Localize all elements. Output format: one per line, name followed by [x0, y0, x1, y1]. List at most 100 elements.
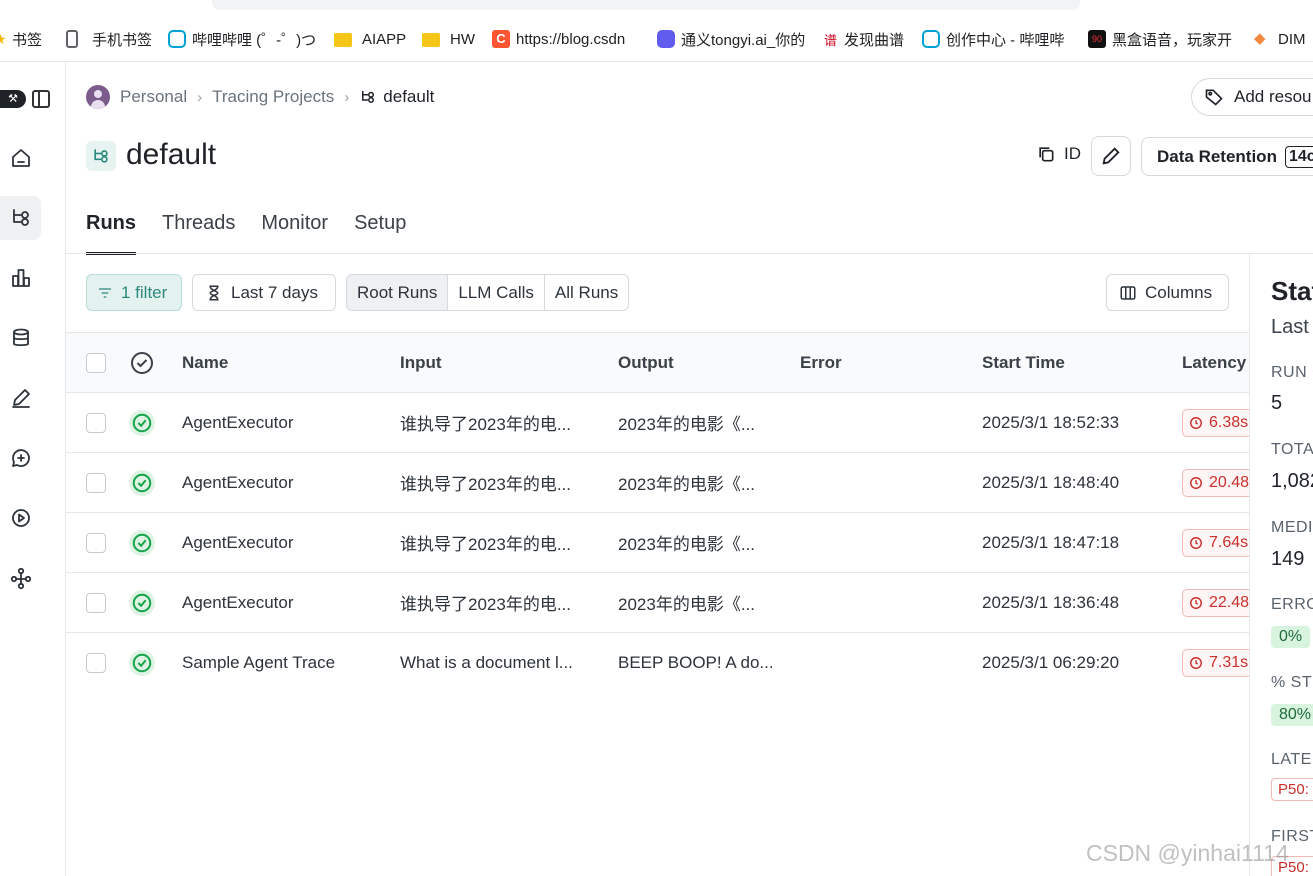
column-header-name[interactable]: Name — [182, 333, 228, 392]
data-retention-value: 14c — [1284, 145, 1313, 168]
breadcrumb: Personal › Tracing Projects › default — [86, 84, 434, 110]
langsmith-logo-icon[interactable]: ⚒ — [0, 90, 26, 108]
nav-playground-button[interactable] — [0, 496, 41, 540]
bookmark-item[interactable]: C https://blog.csdn — [492, 28, 625, 50]
tracing-project-icon — [94, 149, 108, 163]
bookmark-label: 哔哩哔哩 (゜-゜)つ — [192, 31, 316, 49]
sidebar-toggle-icon[interactable] — [32, 90, 50, 108]
copy-id-button[interactable]: ID — [1036, 144, 1081, 164]
table-row[interactable]: AgentExecutor 谁执导了2023年的电... 2023年的电影《... 2… — [66, 573, 1249, 633]
tab-threads[interactable]: Threads — [162, 212, 235, 254]
run-latency: 7.31s — [1182, 633, 1249, 693]
tracing-projects-icon — [12, 209, 29, 226]
bookmark-item[interactable]: ★ 书签 — [0, 28, 42, 50]
column-header-error[interactable]: Error — [800, 333, 842, 392]
time-range-button[interactable]: Last 7 days — [192, 274, 336, 311]
breadcrumb-personal[interactable]: Personal — [120, 87, 187, 107]
tab-monitor[interactable]: Monitor — [261, 212, 328, 254]
column-header-input[interactable]: Input — [400, 333, 442, 392]
bilibili-icon — [922, 30, 940, 48]
left-nav-rail: ⚒ — [0, 62, 66, 876]
nav-annotation-button[interactable] — [0, 376, 41, 420]
bookmark-item[interactable]: 谱 发现曲谱 — [824, 28, 904, 50]
nav-prompts-button[interactable] — [0, 436, 41, 480]
run-name[interactable]: AgentExecutor — [182, 453, 294, 512]
run-start-time: 2025/3/1 18:36:48 — [982, 592, 1120, 612]
bookmark-item[interactable]: 哔哩哔哩 (゜-゜)つ — [168, 28, 316, 50]
run-name[interactable]: Sample Agent Trace — [182, 633, 335, 693]
nav-monitor-button[interactable] — [0, 256, 41, 300]
bookmark-item[interactable]: 通义tongyi.ai_你的 — [657, 28, 805, 50]
breadcrumb-tracing-projects[interactable]: Tracing Projects — [212, 87, 334, 107]
database-icon — [12, 328, 29, 347]
columns-button[interactable]: Columns — [1106, 274, 1229, 311]
chat-plus-icon — [11, 449, 30, 467]
table-row[interactable]: AgentExecutor 谁执导了2023年的电... 2023年的电影《... 2… — [66, 513, 1249, 573]
star-icon: ★ — [0, 31, 7, 47]
segment-llm-calls[interactable]: LLM Calls — [448, 275, 545, 310]
stat-error-rate-label: ERRO — [1271, 596, 1313, 613]
tab-setup[interactable]: Setup — [354, 212, 406, 254]
column-header-start-time[interactable]: Start Time — [982, 333, 1065, 392]
nav-projects-button[interactable] — [0, 196, 41, 240]
select-all-checkbox[interactable] — [86, 333, 106, 392]
success-check-icon — [129, 529, 155, 556]
column-header-output[interactable]: Output — [618, 333, 674, 392]
hourglass-icon — [209, 285, 219, 300]
bookmark-label: 发现曲谱 — [844, 31, 905, 49]
nav-home-button[interactable] — [0, 136, 41, 180]
success-check-icon — [129, 469, 155, 496]
row-checkbox[interactable] — [86, 573, 106, 632]
bookmark-item[interactable]: HW — [422, 28, 475, 50]
table-row[interactable]: Sample Agent Trace What is a document l..… — [66, 633, 1249, 693]
stat-streaming-value: 80% — [1271, 704, 1313, 726]
clock-icon — [1190, 536, 1202, 549]
stats-title: Stat — [1271, 276, 1313, 306]
row-checkbox[interactable] — [86, 633, 106, 693]
run-type-segmented-control: Root Runs LLM Calls All Runs — [346, 274, 630, 311]
project-icon — [86, 141, 116, 171]
latency-badge: 6.38s — [1182, 408, 1249, 437]
filter-icon — [99, 287, 111, 298]
bookmark-item[interactable]: ◆ DIM — [1254, 28, 1306, 50]
chevron-right-icon: › — [344, 88, 350, 106]
run-name[interactable]: AgentExecutor — [182, 393, 294, 452]
nav-deployments-button[interactable] — [0, 556, 41, 600]
latency-value: 20.48 — [1209, 473, 1249, 491]
bookmark-item[interactable]: 创作中心 - 哔哩哔 — [922, 28, 1064, 50]
table-row[interactable]: AgentExecutor 谁执导了2023年的电... 2023年的电影《... 2… — [66, 453, 1249, 513]
bookmark-item[interactable]: 手机书签 — [66, 28, 152, 50]
row-checkbox[interactable] — [86, 513, 106, 572]
nav-datasets-button[interactable] — [0, 316, 41, 360]
home-icon — [11, 149, 30, 167]
run-start-time: 2025/3/1 06:29:20 — [982, 653, 1120, 672]
run-name[interactable]: AgentExecutor — [182, 513, 294, 572]
bookmark-item[interactable]: 90 黑盒语音，玩家开 — [1088, 28, 1232, 50]
add-resource-button[interactable]: Add resou — [1191, 78, 1313, 116]
bar-chart-icon — [11, 269, 30, 287]
filter-button[interactable]: 1 filter — [86, 274, 182, 311]
run-status — [129, 453, 155, 512]
folder-icon — [422, 33, 440, 47]
bookmarks-bar: ★ 书签 手机书签 哔哩哔哩 (゜-゜)つ AIAPP HW C https:/… — [0, 0, 1313, 62]
bookmark-item[interactable]: AIAPP — [334, 28, 406, 50]
data-retention-button[interactable]: Data Retention 14c — [1141, 137, 1313, 176]
table-row[interactable]: AgentExecutor 谁执导了2023年的电... 2023年的电影《... 2… — [66, 393, 1249, 453]
tracing-project-icon — [362, 91, 375, 103]
segment-root-runs[interactable]: Root Runs — [347, 275, 449, 310]
row-checkbox[interactable] — [86, 393, 106, 452]
row-checkbox[interactable] — [86, 453, 106, 512]
latency-badge: 7.31s — [1182, 649, 1249, 677]
column-header-latency[interactable]: Latency — [1182, 333, 1249, 392]
edit-button[interactable] — [1091, 136, 1131, 176]
copy-icon — [1039, 147, 1054, 162]
stat-median-tokens-value: 149 — [1271, 548, 1305, 570]
run-latency: 22.48 — [1182, 573, 1249, 632]
breadcrumb-current-label: default — [383, 87, 435, 106]
run-name[interactable]: AgentExecutor — [182, 573, 294, 632]
heihe-icon: 90 — [1088, 30, 1106, 48]
latency-value: 6.38s — [1209, 413, 1249, 431]
tab-runs[interactable]: Runs — [86, 212, 136, 255]
segment-all-runs[interactable]: All Runs — [545, 275, 628, 310]
qupu-icon: 谱 — [824, 33, 838, 48]
